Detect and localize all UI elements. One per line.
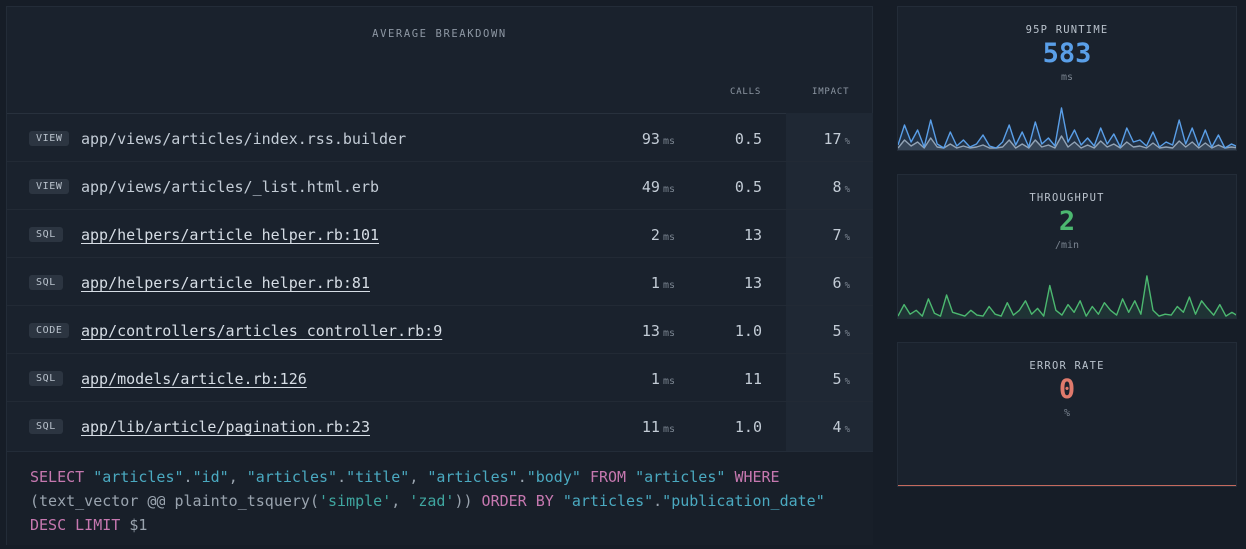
row-type-badge: VIEW <box>29 131 70 146</box>
sql-token: LIMIT <box>75 516 121 534</box>
row-calls: 0.5 <box>734 178 762 196</box>
breakdown-row[interactable]: CODE app/controllers/articles_controller… <box>7 306 873 354</box>
error-rate-sparkline <box>898 485 1236 486</box>
row-duration: 49 ms <box>641 178 675 196</box>
sql-token: )) <box>454 492 482 510</box>
row-path-link[interactable]: app/helpers/article_helper.rb:101 <box>81 226 379 244</box>
sql-token: FROM <box>589 468 627 486</box>
column-header-calls: CALLS <box>730 87 762 97</box>
row-type-badge: SQL <box>29 275 63 290</box>
row-impact: 8% <box>832 178 850 196</box>
breakdown-row[interactable]: SQL app/models/article.rb:126 1 ms 11 5% <box>7 354 873 402</box>
sql-token: SELECT <box>30 468 85 486</box>
sql-token: DESC <box>30 516 67 534</box>
metric-label: THROUGHPUT <box>1029 192 1105 204</box>
metric-unit: /min <box>1054 240 1080 251</box>
row-path: app/views/articles/index.rss.builder <box>81 130 407 148</box>
metric-label: ERROR RATE <box>1029 360 1105 372</box>
metric-value: 2 <box>1058 206 1076 237</box>
metric-value: 0 <box>1058 374 1076 405</box>
column-header-impact: IMPACT <box>812 87 850 97</box>
row-path: app/views/articles/_list.html.erb <box>81 178 380 196</box>
sql-token: "articles" <box>635 468 726 486</box>
breakdown-row[interactable]: VIEW app/views/articles/_list.html.erb 4… <box>7 162 873 210</box>
row-type-badge: SQL <box>29 419 63 434</box>
breakdown-row[interactable]: SQL app/helpers/article_helper.rb:101 2m… <box>7 210 873 258</box>
sql-token: WHERE <box>734 468 780 486</box>
sql-token: 'simple' <box>318 492 392 510</box>
breakdown-table: VIEW app/views/articles/index.rss.builde… <box>7 114 873 450</box>
sql-token: 'zad' <box>409 492 455 510</box>
row-type-badge: SQL <box>29 227 63 242</box>
row-path-link[interactable]: app/models/article.rb:126 <box>81 370 307 388</box>
breakdown-title: AVERAGE BREAKDOWN <box>372 28 507 40</box>
row-calls: 13 <box>743 226 762 244</box>
sql-token: ORDER BY <box>481 492 554 510</box>
error-rate-metric-card[interactable]: ERROR RATE 0 % <box>897 342 1237 487</box>
sql-token: "articles" <box>562 492 654 510</box>
row-impact: 17% <box>823 130 850 148</box>
row-calls: 1.0 <box>734 418 762 436</box>
row-impact: 5% <box>832 370 850 388</box>
row-impact: 4% <box>832 418 850 436</box>
breakdown-row[interactable]: VIEW app/views/articles/index.rss.builde… <box>7 114 873 162</box>
row-impact: 7% <box>832 226 850 244</box>
sql-token: . <box>517 468 527 486</box>
sql-token: "title" <box>346 468 410 486</box>
breakdown-row[interactable]: SQL app/helpers/article_helper.rb:81 1 ms… <box>7 258 873 306</box>
sql-token: "articles" <box>93 468 184 486</box>
sql-token: . <box>337 468 347 486</box>
row-type-badge: SQL <box>29 371 63 386</box>
metric-unit: % <box>1063 408 1071 419</box>
metric-label: 95P RUNTIME <box>1025 24 1109 36</box>
sql-token: , <box>391 492 410 510</box>
sql-token: "articles" <box>427 468 518 486</box>
row-duration: 11 ms <box>641 418 675 436</box>
sql-token: , <box>409 468 428 486</box>
sparkline-area <box>898 275 1236 318</box>
throughput-metric-card[interactable]: THROUGHPUT 2 /min <box>897 174 1237 319</box>
runtime-metric-card[interactable]: 95P RUNTIME 583 ms <box>897 6 1237 151</box>
row-impact: 5% <box>832 322 850 340</box>
sql-query-detail: SELECT "articles"."id", "articles"."titl… <box>7 451 873 545</box>
metric-value: 583 <box>1042 38 1092 69</box>
runtime-sparkline <box>898 107 1236 150</box>
average-breakdown-panel: AVERAGE BREAKDOWN CALLS IMPACT VIEW app/… <box>6 6 873 545</box>
throughput-sparkline <box>898 275 1236 318</box>
sql-token: "publication_date" <box>662 492 825 510</box>
sql-token: $1 <box>120 516 148 534</box>
sql-token: "id" <box>192 468 229 486</box>
sql-token: . <box>653 492 663 510</box>
sql-token: (text_vector @@ plainto_tsquery( <box>30 492 319 510</box>
sql-token: . <box>183 468 193 486</box>
row-duration: 1 ms <box>650 370 675 388</box>
row-type-badge: CODE <box>29 323 70 338</box>
metric-unit: ms <box>1060 72 1074 83</box>
row-calls: 1.0 <box>734 322 762 340</box>
breakdown-row-selected[interactable]: SQL app/lib/article/pagination.rb:23 11 m… <box>7 402 873 450</box>
row-type-badge: VIEW <box>29 179 70 194</box>
sql-token: , <box>228 468 247 486</box>
row-calls: 11 <box>743 370 762 388</box>
sql-token: "body" <box>526 468 581 486</box>
row-duration: 1 ms <box>650 274 675 292</box>
row-duration: 93 ms <box>641 130 675 148</box>
sql-token: "articles" <box>246 468 338 486</box>
row-impact: 6% <box>832 274 850 292</box>
row-path-link[interactable]: app/lib/article/pagination.rb:23 <box>81 418 370 436</box>
row-path-link[interactable]: app/controllers/articles_controller.rb:9 <box>81 322 442 340</box>
row-calls: 13 <box>743 274 762 292</box>
row-calls: 0.5 <box>734 130 762 148</box>
row-duration: 13 ms <box>641 322 675 340</box>
row-duration: 2 ms <box>650 226 675 244</box>
row-path-link[interactable]: app/helpers/article_helper.rb:81 <box>81 274 370 292</box>
